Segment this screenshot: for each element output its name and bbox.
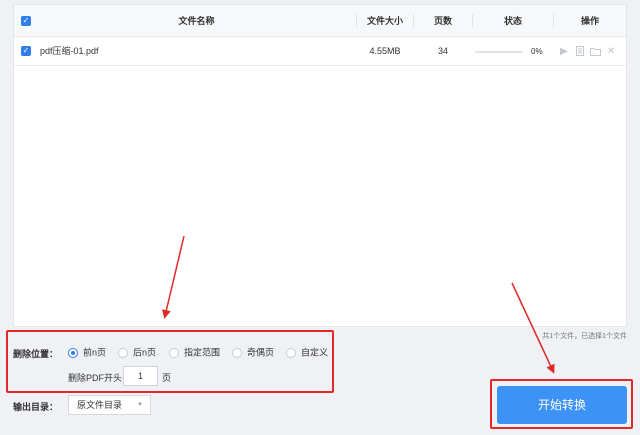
delete-position-label: 删除位置：	[13, 349, 59, 359]
header-actions: 操作	[580, 16, 599, 26]
play-icon[interactable]: ▶	[560, 37, 568, 66]
file-name: pdf压缩-01.pdf	[40, 46, 99, 56]
radio-last-n[interactable]: 后n页	[118, 346, 156, 358]
radio-range[interactable]: 指定范围	[169, 346, 220, 358]
page-count-input[interactable]: 1	[123, 366, 158, 386]
page-count: 34	[437, 46, 448, 56]
radio-custom[interactable]: 自定义	[286, 346, 328, 358]
start-convert-button[interactable]: 开始转换	[497, 386, 627, 424]
progress-bar	[475, 51, 523, 53]
row-checkbox[interactable]: ✓	[21, 46, 31, 56]
header-pages: 页数	[433, 16, 452, 26]
radio-label: 奇偶页	[247, 347, 275, 358]
header-name: 文件名称	[178, 16, 215, 26]
close-icon[interactable]: ✕	[607, 37, 615, 66]
radio-button[interactable]	[232, 347, 242, 358]
folder-icon[interactable]	[590, 37, 601, 66]
file-list-panel: ✓ 文件名称 文件大小 页数 状态 操作 ✓ pdf压缩-01.pdf 4.55…	[13, 4, 627, 327]
document-icon[interactable]	[576, 37, 584, 66]
output-dir-label: 输出目录：	[13, 402, 59, 412]
radio-label: 后n页	[133, 347, 157, 358]
radio-label: 自定义	[301, 347, 329, 358]
file-size: 4.55MB	[369, 46, 401, 56]
table-row[interactable]: ✓ pdf压缩-01.pdf 4.55MB 34 0% ▶ ✕	[14, 37, 626, 66]
radio-odd-even[interactable]: 奇偶页	[232, 346, 274, 358]
delete-suffix-text: 页	[162, 373, 172, 383]
header-size: 文件大小	[366, 16, 403, 26]
delete-prefix-text: 删除PDF开头	[68, 373, 123, 383]
output-dir-value: 原文件目录	[77, 400, 123, 410]
radio-label: 指定范围	[184, 347, 221, 358]
selection-count: 共1个文件，已选择1个文件	[542, 333, 627, 340]
progress-text: 0%	[531, 47, 543, 56]
radio-button[interactable]	[286, 347, 296, 358]
header-status: 状态	[503, 16, 522, 26]
radio-first-n[interactable]: 前n页	[68, 346, 106, 358]
radio-label: 前n页	[83, 347, 107, 358]
chevron-down-icon: ▼	[137, 402, 143, 408]
table-header: ✓ 文件名称 文件大小 页数 状态 操作	[14, 5, 626, 37]
radio-button[interactable]	[118, 347, 128, 358]
radio-button[interactable]	[68, 347, 78, 358]
select-all-checkbox[interactable]: ✓	[21, 16, 31, 26]
radio-button[interactable]	[169, 347, 179, 358]
output-dir-select[interactable]: 原文件目录 ▼	[68, 395, 151, 415]
